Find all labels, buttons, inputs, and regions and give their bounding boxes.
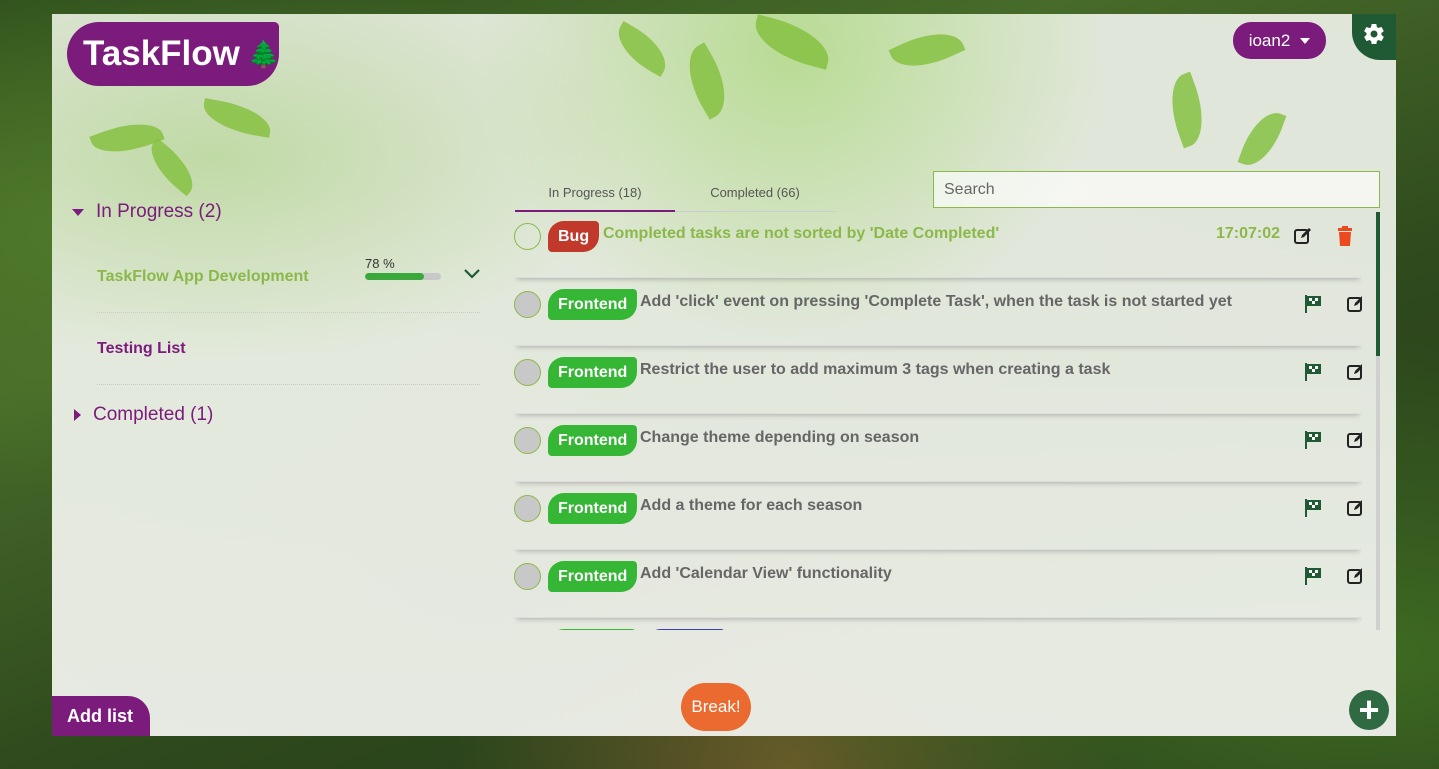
tree-icon: 🌲 [247,38,281,69]
caret-right-icon [74,409,81,421]
edit-icon[interactable] [1343,563,1362,589]
task-list-scrollbar[interactable] [1376,212,1380,630]
task-tag: Frontend [548,561,638,592]
flag-checkered-icon[interactable] [1300,427,1326,453]
sidebar-list-taskflow[interactable]: TaskFlow App Development 78 % [97,242,480,313]
task-row[interactable]: Frontend Add 'Calendar View' functionali… [514,550,1362,618]
task-row-partial[interactable] [514,618,1362,630]
tab-in-progress[interactable]: In Progress (18) [515,174,675,212]
app-title: TaskFlow [83,34,240,73]
app-panel: TaskFlow 🌲 ioan2 In Progress (2) TaskFlo… [52,14,1396,736]
completed-section-toggle[interactable]: Completed (1) [74,404,213,426]
chevron-down-icon[interactable] [463,264,481,285]
task-title: Completed tasks are not sorted by 'Date … [603,225,1000,242]
complete-task-checkbox[interactable] [514,427,541,454]
flag-checkered-icon[interactable] [1300,495,1326,521]
gear-icon [1362,22,1386,53]
task-row[interactable]: Frontend Add a theme for each season [514,482,1362,550]
leaf-decoration [888,20,966,80]
task-tabs: In Progress (18) Completed (66) [515,174,835,212]
app-logo[interactable]: TaskFlow 🌲 [67,22,281,86]
user-menu-button[interactable]: ioan2 [1233,22,1326,59]
edit-icon[interactable] [1343,427,1362,453]
caret-down-icon [72,208,84,216]
list-label: TaskFlow App Development [97,268,309,285]
progress-label: 78 % [365,256,395,271]
user-name: ioan2 [1248,30,1291,50]
task-tag [645,629,725,630]
task-title: Add 'Calendar View' functionality [640,565,892,582]
flag-checkered-icon[interactable] [1300,563,1326,589]
sidebar-list-testing[interactable]: Testing List [97,314,480,385]
leaf-decoration [140,137,204,197]
complete-task-checkbox[interactable] [514,223,541,250]
list-label: Testing List [97,340,186,357]
task-tag [548,629,636,630]
plus-icon[interactable]: + [1349,690,1389,730]
complete-task-checkbox[interactable] [514,495,541,522]
complete-task-checkbox[interactable] [514,563,541,590]
edit-icon[interactable] [1343,359,1362,385]
caret-down-icon [1300,37,1311,44]
in-progress-section-label: In Progress (2) [96,201,222,222]
task-title: Change theme depending on season [640,429,920,446]
task-tag: Frontend [548,357,638,388]
break-button[interactable]: Break! [681,683,751,731]
progress-bar [365,273,441,280]
task-row[interactable]: Frontend Restrict the user to add maximu… [514,346,1362,414]
leaf-decoration [674,42,740,120]
task-title: Add 'click' event on pressing 'Complete … [640,293,1232,310]
task-title: Restrict the user to add maximum 3 tags … [640,361,1111,378]
delete-icon[interactable] [1332,223,1358,249]
edit-icon[interactable] [1290,223,1316,249]
leaf-decoration [748,14,836,70]
leaf-decoration [608,21,676,77]
task-title: Add a theme for each season [640,497,863,514]
completed-section-label: Completed (1) [93,404,214,425]
complete-task-checkbox[interactable] [514,291,541,318]
list-progress: 78 % [365,256,443,280]
edit-icon[interactable] [1343,291,1362,317]
settings-button[interactable] [1352,14,1396,60]
task-row[interactable]: Frontend Change theme depending on seaso… [514,414,1362,482]
task-tag: Bug [548,221,600,252]
complete-task-checkbox[interactable] [514,359,541,386]
task-list: Bug Completed tasks are not sorted by 'D… [514,210,1362,630]
task-row[interactable]: Frontend Add 'click' event on pressing '… [514,278,1362,346]
task-tag: Frontend [548,493,638,524]
scrollbar-thumb[interactable] [1376,212,1380,356]
progress-fill [365,273,425,280]
search-input[interactable] [933,171,1380,208]
leaf-decoration [1237,105,1287,173]
leaf-decoration [200,98,274,138]
tab-completed[interactable]: Completed (66) [675,174,835,210]
flag-checkered-icon[interactable] [1300,359,1326,385]
flag-checkered-icon[interactable] [1300,291,1326,317]
task-row[interactable]: Bug Completed tasks are not sorted by 'D… [514,210,1362,278]
edit-icon[interactable] [1343,495,1362,521]
task-tag: Frontend [548,425,638,456]
in-progress-section-toggle[interactable]: In Progress (2) [72,201,222,223]
task-timer: 17:07:02 [1216,225,1281,242]
leaf-decoration [1159,71,1215,149]
add-list-button[interactable]: Add list [52,696,150,736]
task-tag: Frontend [548,289,638,320]
